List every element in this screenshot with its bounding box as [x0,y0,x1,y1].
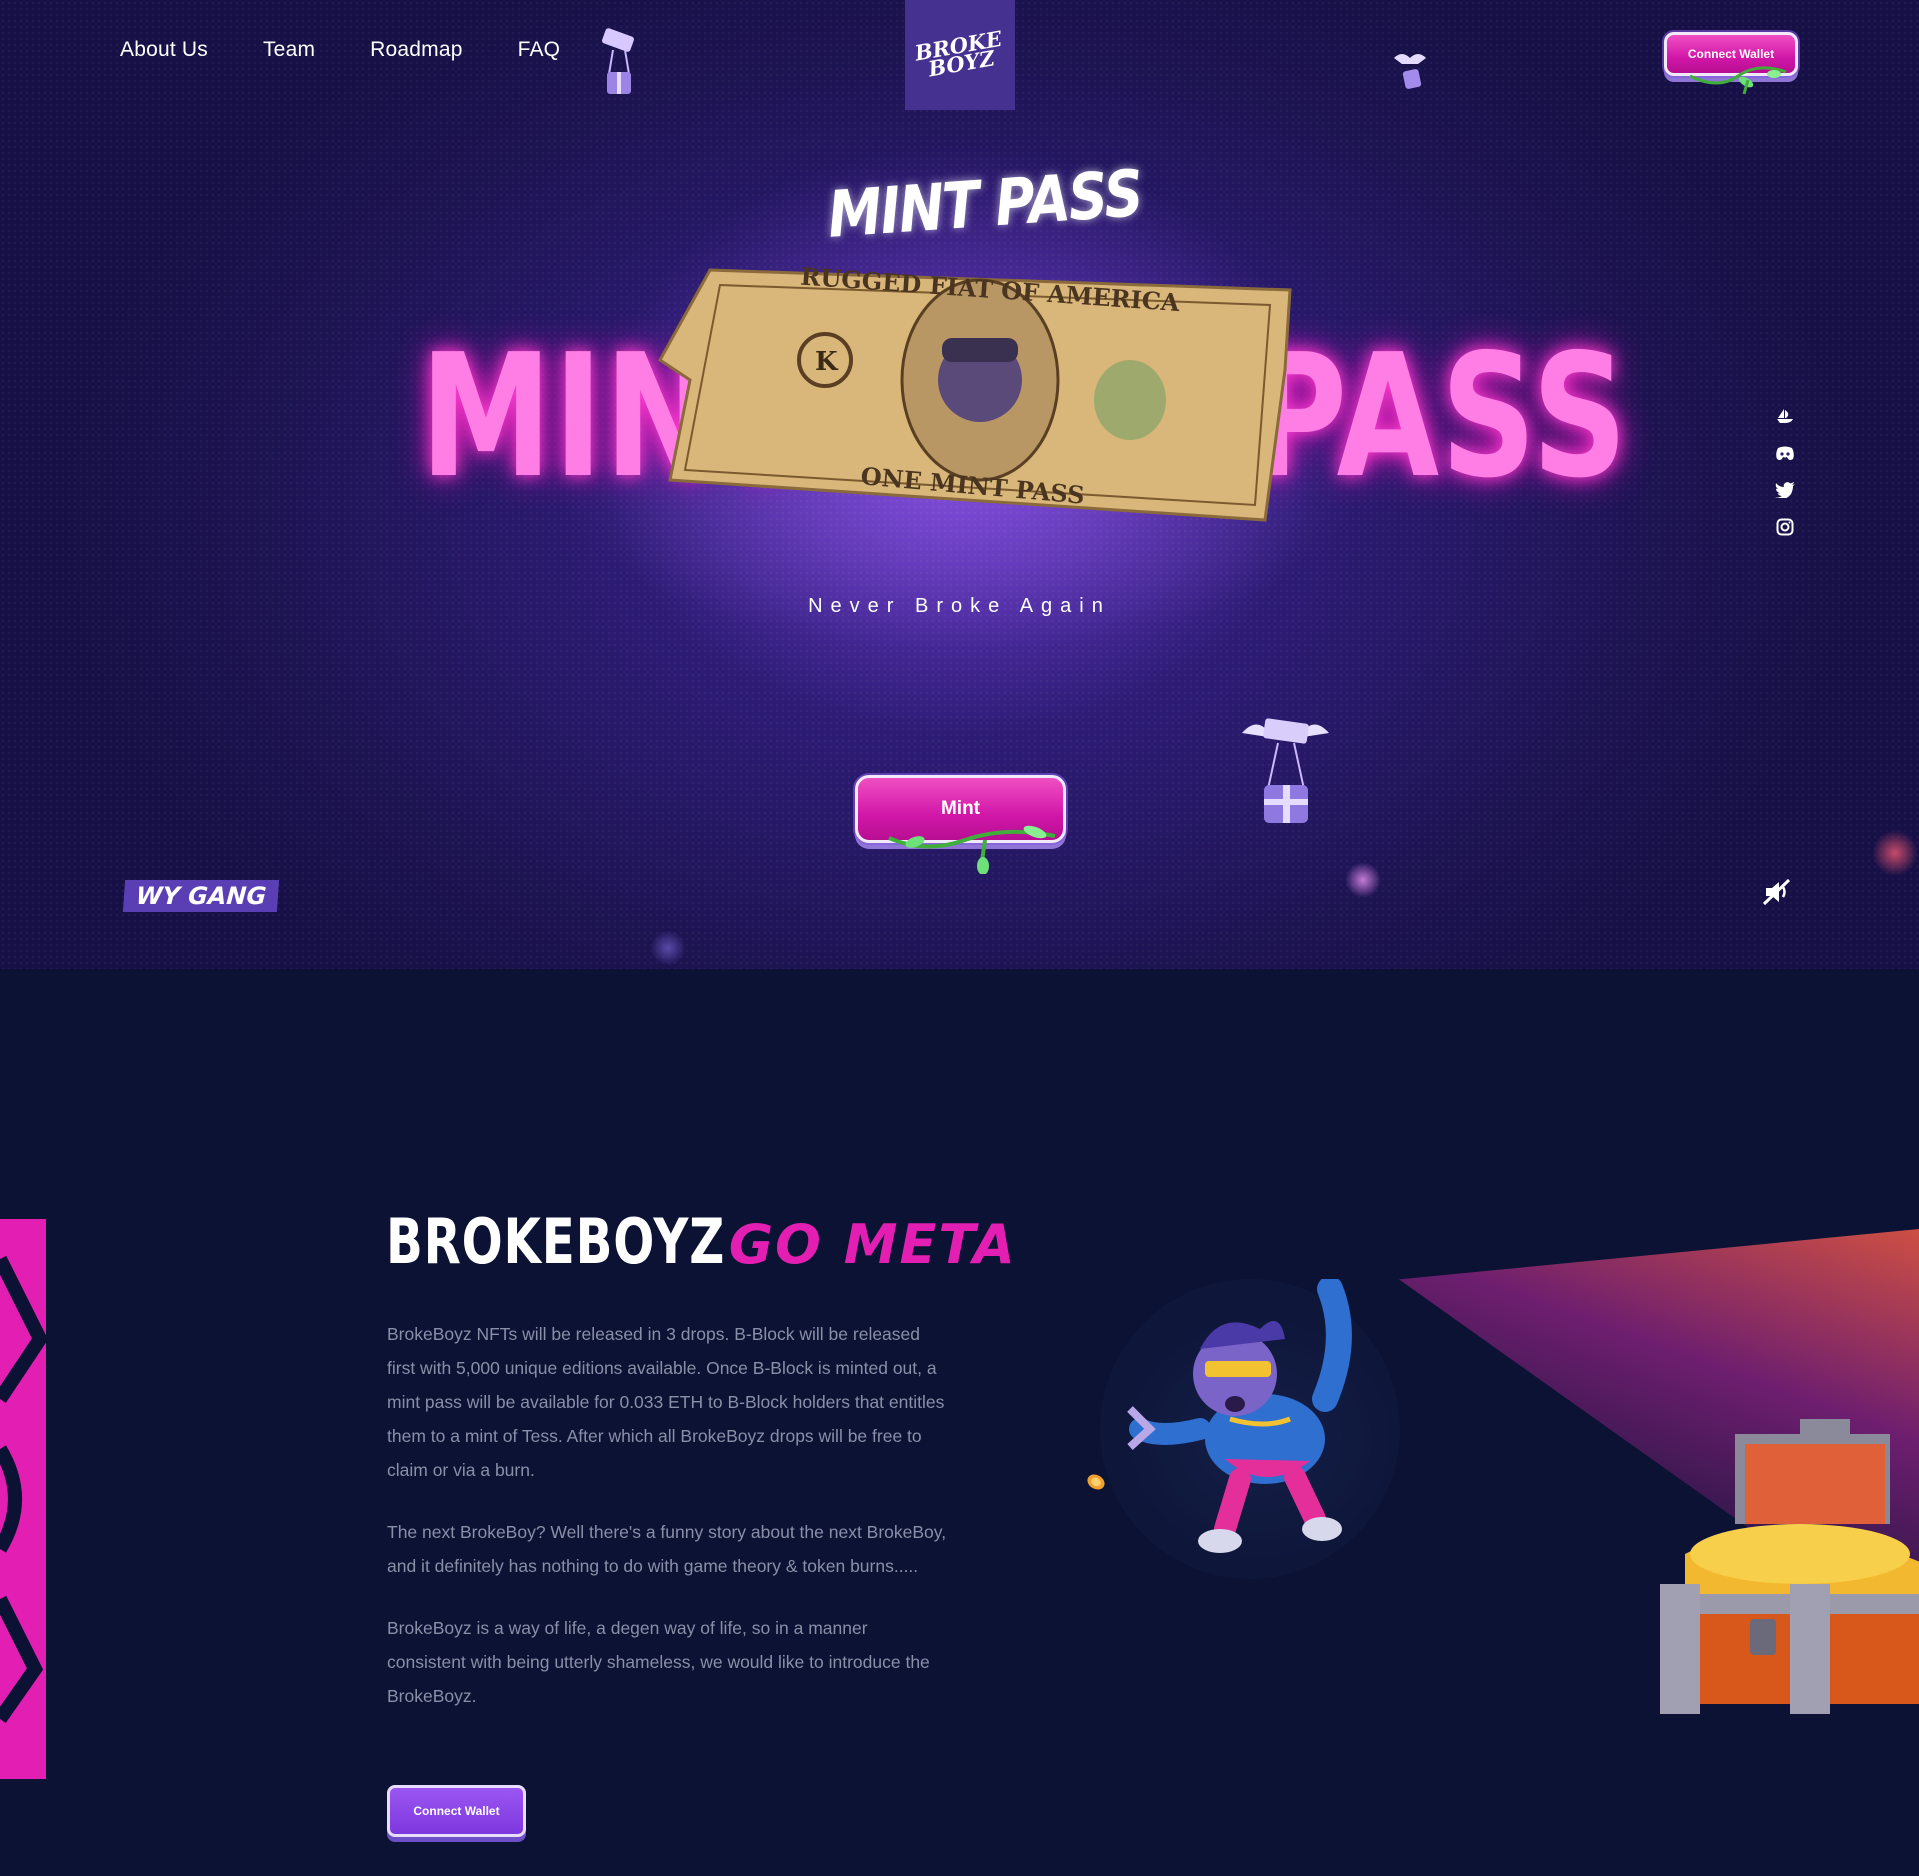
hero-title-right: PASS [1250,318,1629,516]
glow-orb [1345,862,1381,898]
social-links [1772,404,1798,539]
flying-gift-icon [602,28,634,94]
about-section: BROKEBOYZ GO META BrokeBoyz NFTs will be… [0,969,1919,1876]
nav-roadmap[interactable]: Roadmap [370,38,462,62]
treasure-chest [1660,1419,1919,1714]
main-nav: About Us Team Roadmap FAQ [120,38,560,62]
logo-text: BROKE BOYZ [912,25,1004,82]
nav-faq[interactable]: FAQ [518,38,561,62]
glow-orb [1872,830,1918,876]
vine-decoration [1689,66,1787,95]
nav-team[interactable]: Team [263,38,315,62]
logo[interactable]: BROKE BOYZ [905,0,1015,110]
about-title: BROKEBOYZ GO META [386,1205,1017,1278]
twitter-icon[interactable] [1772,478,1798,502]
wy-gang-badge: WY GANG [122,880,280,912]
flying-gift-large-icon [1242,718,1329,823]
about-title-pink: GO META [728,1213,1017,1276]
vine-decoration-mint [888,825,1056,874]
brokeboy-character [1100,1279,1400,1579]
hero-tagline: Never Broke Again [808,595,1111,617]
about-title-white: BROKEBOYZ [386,1205,726,1278]
nav-about-us[interactable]: About Us [120,38,208,62]
instagram-icon[interactable] [1772,515,1798,539]
about-text: BrokeBoyz NFTs will be released in 3 dro… [387,1317,947,1741]
connect-wallet-button-about[interactable]: Connect Wallet [387,1785,526,1837]
about-paragraph-1: BrokeBoyz NFTs will be released in 3 dro… [387,1324,945,1480]
graffiti-decoration [0,1219,49,1779]
discord-icon[interactable] [1772,441,1798,465]
opensea-icon[interactable] [1772,404,1798,428]
glow-orb [650,930,686,966]
about-paragraph-3: BrokeBoyz is a way of life, a degen way … [387,1618,930,1706]
hero-section: About Us Team Roadmap FAQ BROKE BOYZ Con… [0,0,1919,969]
mint-pass-bill: K RUGGED FIAT OF AMERICA ONE MINT PASS [658,262,1292,522]
svg-text:K: K [815,347,839,377]
flying-bill-icon [1394,54,1426,89]
sound-toggle-icon[interactable] [1762,878,1792,906]
about-paragraph-2: The next BrokeBoy? Well there's a funny … [387,1522,947,1576]
